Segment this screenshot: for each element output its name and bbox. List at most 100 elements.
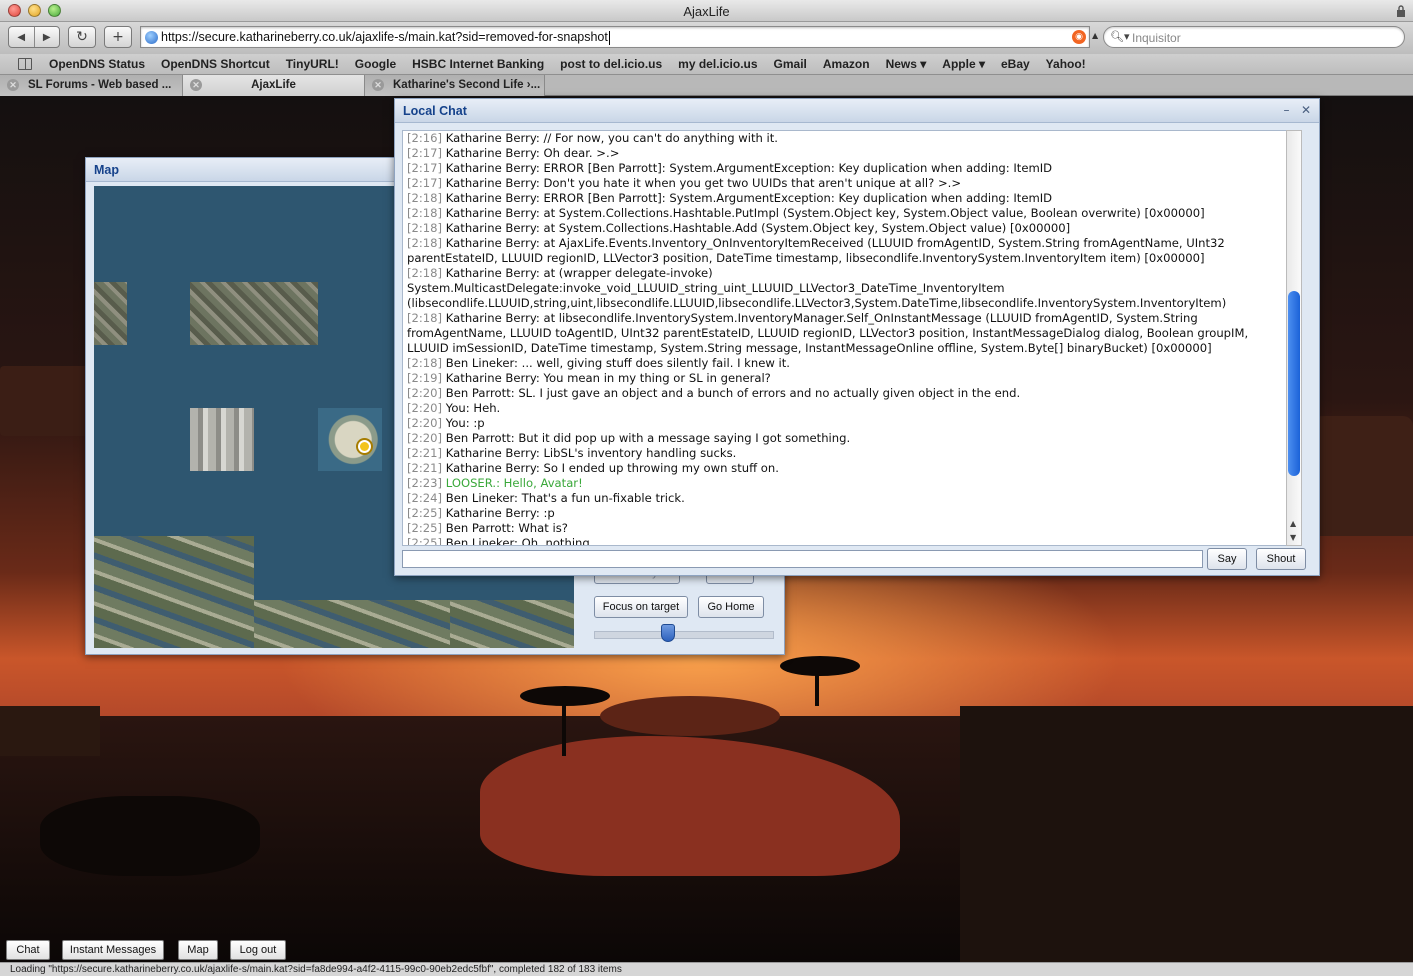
chat-timestamp: [2:25]: [407, 536, 443, 546]
chat-message: [2:17] Katharine Berry: ERROR [Ben Parro…: [407, 161, 1287, 176]
map-region-tile[interactable]: [318, 408, 382, 471]
bookmark-item[interactable]: OpenDNS Shortcut: [161, 57, 270, 71]
chat-log[interactable]: [2:16] Katharine Berry: // For now, you …: [402, 130, 1292, 546]
chat-scrollbar[interactable]: ▲ ▼: [1286, 130, 1302, 546]
chat-text: Katharine Berry: at AjaxLife.Events.Inve…: [407, 236, 1225, 265]
address-dropdown-icon[interactable]: ▲: [1092, 31, 1098, 40]
chat-timestamp: [2:17]: [407, 146, 443, 160]
local-chat-window: Local Chat – ✕ [2:16] Katharine Berry: /…: [394, 98, 1320, 576]
chat-text: Katharine Berry: // For now, you can't d…: [445, 131, 778, 145]
search-icon: 🔍︎▾: [1110, 30, 1130, 43]
zoom-slider[interactable]: [594, 631, 774, 639]
bookmark-item[interactable]: post to del.icio.us: [560, 57, 662, 71]
map-region-tile[interactable]: [190, 408, 254, 471]
site-icon: [145, 31, 158, 44]
chat-timestamp: [2:20]: [407, 401, 443, 415]
chat-message: [2:18] Katharine Berry: at libsecondlife…: [407, 311, 1287, 356]
reload-button[interactable]: ↻: [68, 26, 96, 48]
bookmark-item[interactable]: News ▾: [886, 57, 927, 71]
search-placeholder: Inquisitor: [1132, 31, 1181, 45]
bookmark-item[interactable]: my del.icio.us: [678, 57, 757, 71]
chat-timestamp: [2:17]: [407, 161, 443, 175]
forward-arrow-icon[interactable]: ▶: [35, 27, 60, 47]
bush: [40, 796, 260, 876]
chat-message: [2:18] Katharine Berry: at AjaxLife.Even…: [407, 236, 1287, 266]
chat-message: [2:21] Katharine Berry: LibSL's inventor…: [407, 446, 1287, 461]
scroll-down-icon[interactable]: ▼: [1290, 533, 1296, 542]
tab-sl-forums[interactable]: ✕ SL Forums - Web based ...: [0, 75, 183, 96]
address-bar[interactable]: https://secure.katharineberry.co.uk/ajax…: [140, 26, 1090, 48]
chat-timestamp: [2:20]: [407, 386, 443, 400]
close-tab-icon[interactable]: ✕: [372, 79, 384, 91]
new-tab-button[interactable]: +: [104, 26, 132, 48]
chat-timestamp: [2:18]: [407, 236, 443, 250]
tab-katharines-second-life[interactable]: ✕ Katharine's Second Life ›...: [365, 75, 545, 96]
chat-text: Katharine Berry: at (wrapper delegate-in…: [407, 266, 1227, 310]
chat-timestamp: [2:18]: [407, 206, 443, 220]
close-icon[interactable]: ✕: [1301, 103, 1311, 117]
chat-message: [2:25] Ben Parrott: What is?: [407, 521, 1287, 536]
chat-message: [2:25] Katharine Berry: :p: [407, 506, 1287, 521]
bookmark-item[interactable]: Gmail: [774, 57, 807, 71]
focus-on-target-button[interactable]: Focus on target: [594, 596, 688, 618]
chat-titlebar[interactable]: Local Chat – ✕: [395, 99, 1319, 123]
map-region-tile[interactable]: [190, 282, 318, 345]
bookmark-item[interactable]: HSBC Internet Banking: [412, 57, 544, 71]
chat-timestamp: [2:24]: [407, 491, 443, 505]
chat-timestamp: [2:25]: [407, 506, 443, 520]
rss-icon[interactable]: ◉: [1072, 30, 1086, 44]
chat-message: [2:25] Ben Lineker: Oh, nothing.: [407, 536, 1287, 546]
scroll-up-icon[interactable]: ▲: [1290, 519, 1296, 528]
rock-formation: [0, 366, 90, 436]
back-forward-group: ◀ ▶: [8, 26, 60, 48]
bookmark-item[interactable]: Yahoo!: [1046, 57, 1086, 71]
avatar-location-marker-icon[interactable]: [358, 440, 371, 453]
tab-label: Katharine's Second Life ›...: [393, 79, 541, 91]
chat-text: Katharine Berry: at System.Collections.H…: [445, 206, 1205, 220]
chat-text: Katharine Berry: ERROR [Ben Parrott]: Sy…: [445, 161, 1053, 175]
chat-text: Ben Lineker: ... well, giving stuff does…: [445, 356, 790, 370]
chat-message: [2:16] Katharine Berry: // For now, you …: [407, 131, 1287, 146]
chat-text: Katharine Berry: LibSL's inventory handl…: [445, 446, 737, 460]
scroll-thumb[interactable]: [1288, 291, 1300, 476]
minimize-icon[interactable]: –: [1283, 103, 1289, 117]
tree-trunk: [562, 696, 566, 756]
close-tab-icon[interactable]: ✕: [7, 79, 19, 91]
search-input[interactable]: 🔍︎▾ Inquisitor: [1103, 26, 1405, 48]
bookmark-item[interactable]: Amazon: [823, 57, 870, 71]
map-region-tile[interactable]: [450, 600, 574, 648]
chat-text: Ben Parrott: But it did pop up with a me…: [445, 431, 851, 445]
instant-messages-button[interactable]: Instant Messages: [62, 940, 164, 960]
bookmark-item[interactable]: Google: [355, 57, 396, 71]
log-out-button[interactable]: Log out: [230, 940, 286, 960]
bookmark-item[interactable]: eBay: [1001, 57, 1030, 71]
bookmark-item[interactable]: Apple ▾: [942, 57, 985, 71]
bookmark-item[interactable]: TinyURL!: [286, 57, 339, 71]
chat-message: [2:20] Ben Parrott: But it did pop up wi…: [407, 431, 1287, 446]
zoom-slider-thumb-icon[interactable]: [661, 624, 675, 642]
chat-message: [2:18] Ben Lineker: ... well, giving stu…: [407, 356, 1287, 371]
chat-message: [2:18] Katharine Berry: at System.Collec…: [407, 221, 1287, 236]
shout-button[interactable]: Shout: [1256, 548, 1306, 570]
go-home-button[interactable]: Go Home: [698, 596, 764, 618]
say-button[interactable]: Say: [1207, 548, 1247, 570]
chat-text: Katharine Berry: at libsecondlife.Invent…: [407, 311, 1249, 355]
map-region-tile[interactable]: [94, 536, 254, 648]
chat-input[interactable]: [402, 550, 1203, 568]
chat-button[interactable]: Chat: [6, 940, 50, 960]
chat-timestamp: [2:25]: [407, 521, 443, 535]
chat-message: [2:21] Katharine Berry: So I ended up th…: [407, 461, 1287, 476]
chat-text: Katharine Berry: You mean in my thing or…: [445, 371, 771, 385]
bookmark-item[interactable]: OpenDNS Status: [49, 57, 145, 71]
bookmarks-book-icon[interactable]: [18, 58, 32, 70]
text-cursor: [608, 30, 610, 45]
map-button[interactable]: Map: [178, 940, 218, 960]
map-region-tile[interactable]: [254, 600, 454, 648]
chat-timestamp: [2:20]: [407, 416, 443, 430]
tab-ajaxlife[interactable]: ✕ AjaxLife: [183, 75, 365, 96]
tab-label: SL Forums - Web based ...: [28, 79, 172, 91]
chat-text: Katharine Berry: at System.Collections.H…: [445, 221, 1071, 235]
back-arrow-icon[interactable]: ◀: [9, 27, 35, 47]
chat-timestamp: [2:17]: [407, 176, 443, 190]
map-region-tile[interactable]: [94, 282, 127, 345]
